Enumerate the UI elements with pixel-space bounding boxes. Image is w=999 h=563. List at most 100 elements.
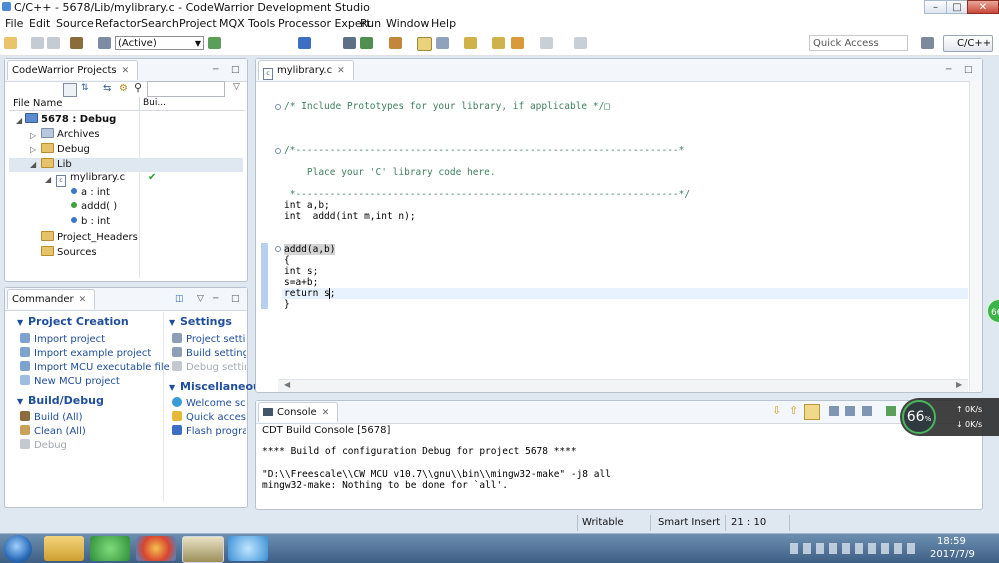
import-project-link[interactable]: Import project — [20, 333, 105, 345]
processor-expert-icon[interactable] — [298, 37, 311, 49]
fold-collapse-icon[interactable] — [275, 246, 281, 252]
tree-item-var-b[interactable]: b : int — [71, 216, 110, 227]
filter-icon[interactable]: ⚙ — [119, 83, 128, 94]
tree-item-lib[interactable]: Lib — [41, 158, 72, 170]
scroll-up-icon[interactable]: ⇧ — [789, 404, 798, 417]
menu-mqx-tools[interactable]: MQX Tools — [219, 17, 275, 30]
expand-arrow-icon[interactable]: ◢ — [45, 175, 51, 184]
quick-access-input[interactable]: Quick Access — [809, 35, 908, 51]
tree-item-mylibrary-c[interactable]: c mylibrary.c — [56, 172, 125, 187]
collapse-arrow-icon[interactable]: ▼ — [169, 318, 175, 327]
flash-programmer-link[interactable]: Flash prograr — [172, 425, 246, 437]
save-icon[interactable] — [31, 37, 44, 49]
collapse-arrow-icon[interactable]: ▷ — [30, 145, 36, 154]
save-all-icon[interactable] — [47, 37, 60, 49]
tab-codewarrior-projects[interactable]: CodeWarrior Projects ✕ — [7, 60, 139, 80]
view-menu-icon[interactable]: ▽ — [233, 82, 240, 92]
close-icon[interactable]: ✕ — [122, 66, 130, 76]
external-tools-icon[interactable] — [389, 37, 402, 49]
open-perspective-icon[interactable] — [921, 37, 934, 49]
back-icon[interactable] — [511, 37, 524, 49]
maximize-button[interactable]: □ — [946, 0, 968, 14]
scroll-lock-icon[interactable] — [804, 404, 820, 420]
sort-icon[interactable]: ⇅ — [81, 83, 89, 93]
expand-arrow-icon[interactable]: ◢ — [30, 160, 36, 169]
maximize-view-icon[interactable]: □ — [964, 65, 973, 75]
menu-source[interactable]: Source — [56, 17, 94, 30]
minimize-view-icon[interactable]: ─ — [213, 65, 218, 75]
side-badge[interactable]: 66 — [986, 298, 999, 324]
build-all-link[interactable]: Build (All) — [20, 411, 82, 423]
close-icon[interactable]: ✕ — [337, 66, 345, 76]
pin-console-icon[interactable] — [862, 406, 872, 416]
codewarrior-taskbar-icon[interactable] — [182, 536, 224, 563]
menu-window[interactable]: Window — [386, 17, 429, 30]
collapse-arrow-icon[interactable]: ▼ — [17, 318, 23, 327]
clock-date[interactable]: 2017/7/9 — [930, 549, 975, 560]
menu-help[interactable]: Help — [431, 17, 456, 30]
pin-editor-icon[interactable] — [574, 37, 587, 49]
tab-mylibrary-c[interactable]: c mylibrary.c ✕ — [258, 60, 354, 80]
expand-arrow-icon[interactable]: ◢ — [16, 116, 22, 125]
view-menu-icon[interactable]: ▽ — [197, 294, 204, 304]
minimize-view-icon[interactable]: ─ — [213, 294, 218, 304]
menu-project[interactable]: Project — [179, 17, 217, 30]
scroll-left-icon[interactable]: ◀ — [284, 380, 290, 389]
tree-item-archives[interactable]: Archives — [41, 128, 100, 140]
explorer-taskbar-icon[interactable] — [44, 536, 84, 561]
build-config-icon[interactable] — [98, 37, 111, 49]
close-icon[interactable]: ✕ — [322, 408, 330, 418]
collapse-arrow-icon[interactable]: ▼ — [169, 383, 175, 392]
collapse-all-icon[interactable] — [63, 83, 77, 97]
import-icon[interactable]: ◫ — [175, 294, 184, 304]
horizontal-scrollbar[interactable]: ◀ ▶ — [278, 379, 968, 392]
minimize-view-icon[interactable]: ─ — [946, 65, 951, 75]
new-mcu-project-link[interactable]: New MCU project — [20, 375, 120, 387]
import-mcu-executable-link[interactable]: Import MCU executable file — [20, 361, 170, 373]
perspective-cpp-button[interactable]: C/C++ — [943, 35, 993, 52]
maximize-view-icon[interactable]: □ — [231, 294, 240, 304]
tree-item-var-a[interactable]: a : int — [71, 187, 110, 198]
media-taskbar-icon[interactable] — [228, 536, 268, 561]
menu-search[interactable]: Search — [141, 17, 179, 30]
app-taskbar-icon[interactable] — [90, 536, 130, 561]
close-icon[interactable]: ✕ — [79, 295, 87, 305]
welcome-screen-link[interactable]: Welcome scre — [172, 397, 246, 409]
tree-item-func-addd[interactable]: addd( ) — [71, 201, 117, 212]
menu-file[interactable]: File — [5, 17, 23, 30]
clean-all-link[interactable]: Clean (All) — [20, 425, 86, 437]
word-wrap-icon[interactable] — [829, 406, 839, 416]
menu-run[interactable]: Run — [360, 17, 381, 30]
close-button[interactable]: ✕ — [967, 0, 999, 14]
memory-usage-gauge[interactable]: 66% — [902, 400, 936, 434]
section-build-debug[interactable]: Build/Debug — [28, 394, 104, 407]
fold-collapse-icon[interactable] — [275, 148, 281, 154]
previous-annotation-icon[interactable] — [492, 37, 505, 49]
collapse-arrow-icon[interactable]: ▷ — [30, 131, 36, 140]
scroll-down-icon[interactable]: ⇩ — [772, 404, 781, 417]
column-build[interactable]: Bui... — [143, 98, 166, 108]
collapse-arrow-icon[interactable]: ▼ — [17, 397, 23, 406]
browser-taskbar-icon[interactable] — [136, 536, 176, 561]
skip-breakpoints-icon[interactable] — [343, 37, 356, 49]
clear-console-icon[interactable] — [845, 406, 855, 416]
scroll-right-icon[interactable]: ▶ — [956, 380, 962, 389]
show-whitespace-icon[interactable] — [436, 37, 449, 49]
forward-icon[interactable] — [540, 37, 553, 49]
menu-edit[interactable]: Edit — [29, 17, 50, 30]
open-console-icon[interactable] — [886, 406, 896, 416]
tab-commander[interactable]: Commander ✕ — [7, 289, 96, 309]
maximize-view-icon[interactable]: □ — [231, 65, 240, 75]
start-button[interactable] — [4, 535, 32, 563]
minimize-button[interactable]: – — [924, 0, 947, 14]
menu-processor-expert[interactable]: Processor Expert — [278, 17, 371, 30]
project-filter-input[interactable] — [147, 81, 225, 97]
tree-item-project[interactable]: 5678 : Debug — [25, 113, 116, 125]
debug-icon[interactable] — [360, 37, 373, 49]
tab-console[interactable]: Console ✕ — [258, 402, 339, 422]
clock-time[interactable]: 18:59 — [937, 536, 966, 547]
active-config-select[interactable]: (Active) ▼ — [115, 36, 204, 50]
project-settings-link[interactable]: Project setting — [172, 333, 246, 345]
import-example-project-link[interactable]: Import example project — [20, 347, 151, 359]
search-icon[interactable]: ⚲ — [134, 81, 142, 94]
